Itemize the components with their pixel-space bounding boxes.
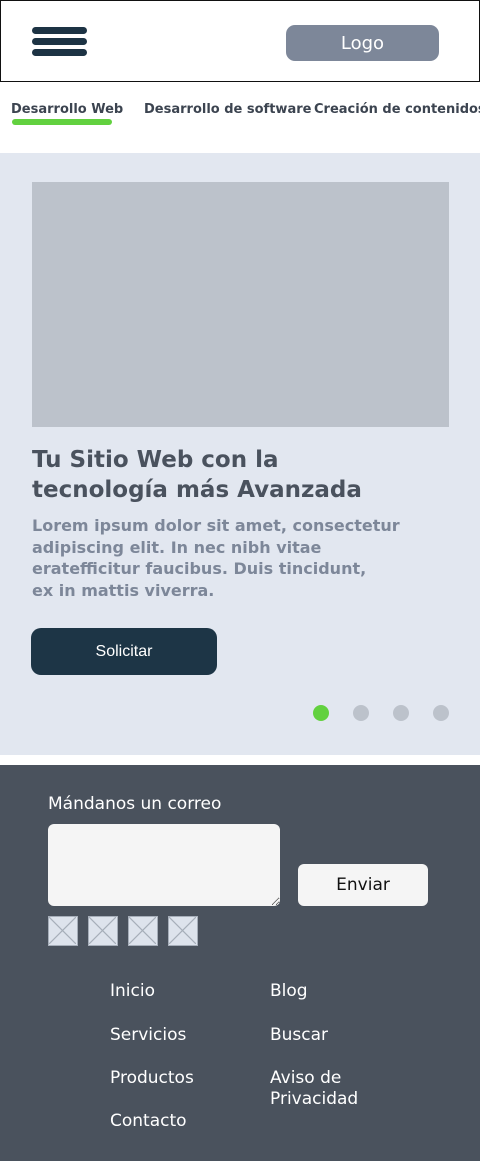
hero-carousel: Tu Sitio Web con la tecnología más Avanz… bbox=[0, 153, 480, 755]
carousel-dot-4[interactable] bbox=[433, 705, 449, 721]
hamburger-line bbox=[32, 38, 87, 45]
category-tabs: Desarrollo Web Desarrollo de software Cr… bbox=[0, 82, 480, 152]
solicitar-button[interactable]: Solicitar bbox=[31, 628, 217, 675]
footer-link-aviso-privacidad[interactable]: Aviso de Privacidad bbox=[270, 1068, 410, 1110]
hero-description-line: Lorem ipsum dolor sit amet, consectetur bbox=[32, 516, 400, 535]
hero-title: Tu Sitio Web con la tecnología más Avanz… bbox=[32, 445, 452, 505]
carousel-dot-3[interactable] bbox=[393, 705, 409, 721]
image-placeholder-icon[interactable] bbox=[128, 916, 158, 946]
header: Logo bbox=[0, 0, 480, 82]
hero-description-line: ex in mattis viverra. bbox=[32, 580, 215, 600]
hero-title-line: Tu Sitio Web con la bbox=[32, 447, 279, 473]
carousel-dot-2[interactable] bbox=[353, 705, 369, 721]
hamburger-line bbox=[32, 27, 87, 34]
hamburger-menu-icon[interactable] bbox=[32, 27, 87, 57]
footer-link-line: Aviso de bbox=[270, 1068, 342, 1088]
hero-description: Lorem ipsum dolor sit amet, consectetur … bbox=[32, 515, 447, 601]
image-placeholder-icon[interactable] bbox=[168, 916, 198, 946]
footer-link-servicios[interactable]: Servicios bbox=[110, 1025, 186, 1046]
hero-description-line: adipiscing elit. In nec nibh vitae bbox=[32, 537, 322, 557]
logo[interactable]: Logo bbox=[286, 25, 439, 61]
footer: Mándanos un correo Enviar Inicio Servici… bbox=[0, 765, 480, 1161]
tab-desarrollo-software[interactable]: Desarrollo de software bbox=[144, 102, 311, 117]
image-placeholder-icon[interactable] bbox=[88, 916, 118, 946]
tab-desarrollo-web[interactable]: Desarrollo Web bbox=[11, 102, 123, 117]
tab-creacion-contenidos[interactable]: Creación de contenidos bbox=[314, 102, 480, 117]
carousel-dot-1[interactable] bbox=[313, 705, 329, 721]
footer-link-blog[interactable]: Blog bbox=[270, 981, 308, 1002]
hero-description-line: eratefficitur faucibus. Duis tincidunt, bbox=[32, 559, 367, 578]
footer-link-line: Privacidad bbox=[270, 1089, 359, 1109]
hero-image-placeholder bbox=[32, 182, 449, 427]
footer-link-buscar[interactable]: Buscar bbox=[270, 1025, 328, 1046]
hero-title-line: tecnología más Avanzada bbox=[32, 477, 362, 503]
footer-link-inicio[interactable]: Inicio bbox=[110, 981, 155, 1002]
footer-link-productos[interactable]: Productos bbox=[110, 1068, 194, 1089]
image-placeholder-icon[interactable] bbox=[48, 916, 78, 946]
hamburger-line bbox=[32, 49, 87, 56]
mail-input[interactable] bbox=[48, 824, 280, 906]
footer-link-contacto[interactable]: Contacto bbox=[110, 1111, 187, 1132]
send-button[interactable]: Enviar bbox=[298, 864, 428, 906]
active-tab-indicator bbox=[12, 119, 112, 125]
mail-label: Mándanos un correo bbox=[48, 794, 222, 814]
